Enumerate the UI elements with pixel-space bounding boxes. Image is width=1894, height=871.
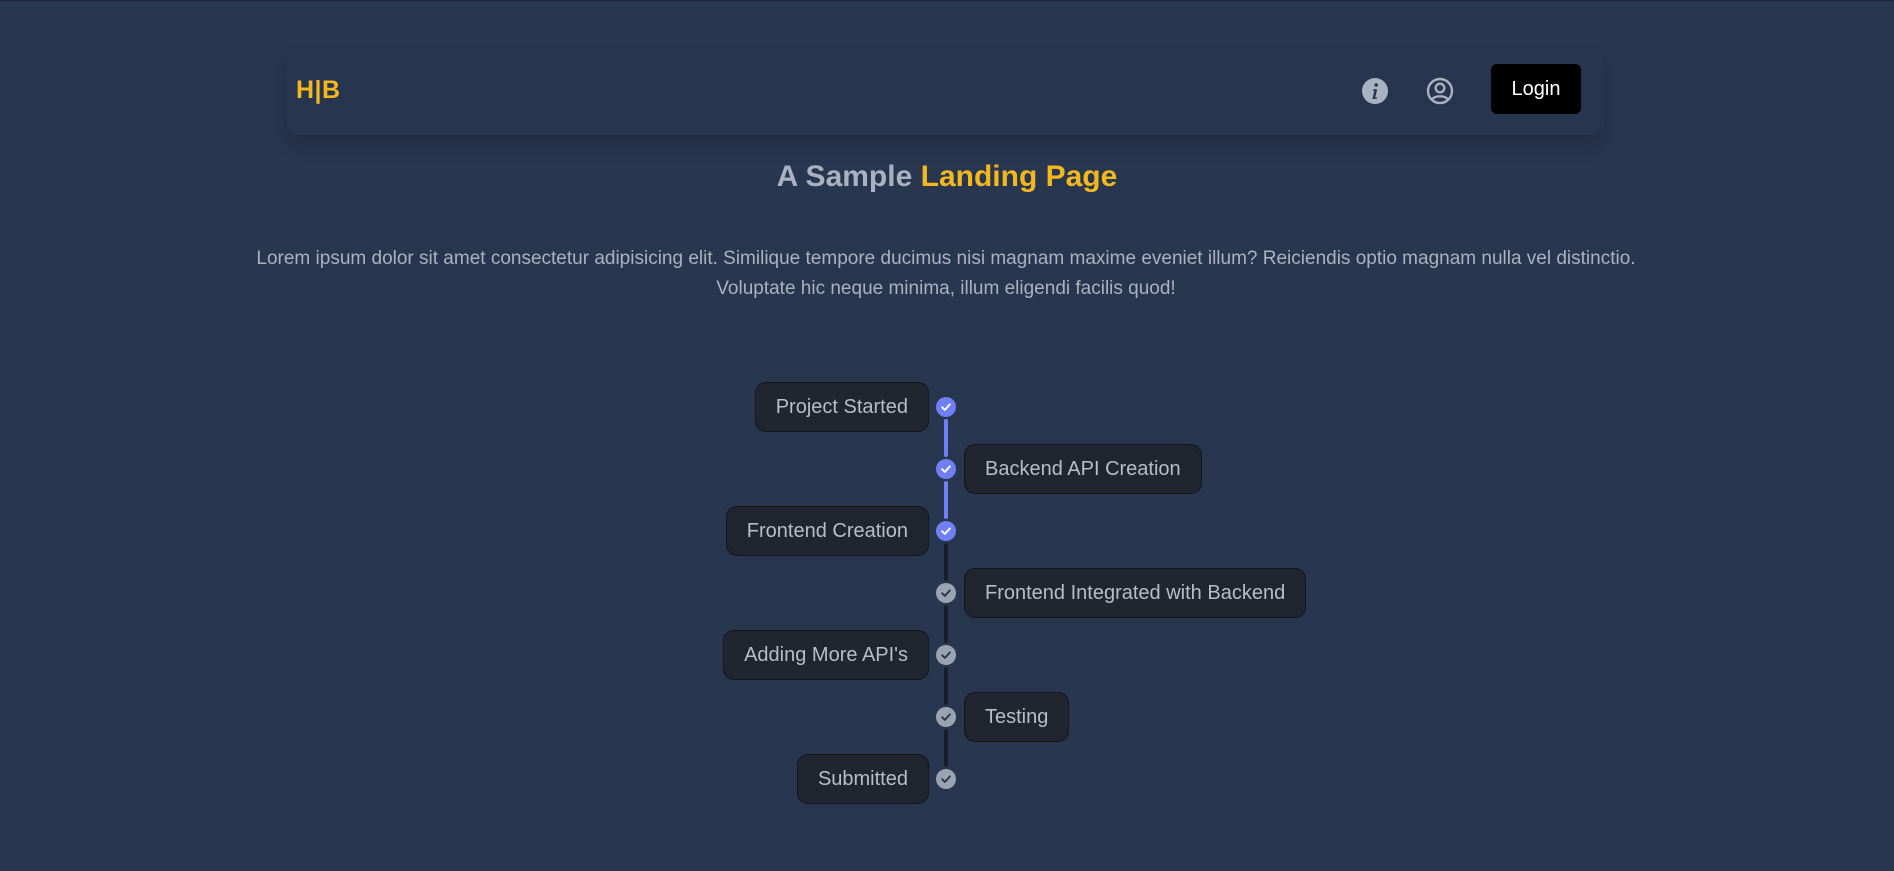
check-icon [941,465,951,473]
timeline-step-label: Adding More API's [723,630,929,680]
title-prefix: A Sample [776,160,913,193]
check-icon [941,651,951,659]
timeline-node [936,769,956,789]
timeline-connector [944,605,948,643]
login-button[interactable]: Login [1491,64,1581,114]
top-border [0,0,1894,1]
timeline-step-label: Submitted [796,754,929,804]
timeline-step-label: Testing [964,692,1070,742]
logo[interactable]: H|B [296,76,341,105]
timeline-connector [944,543,948,581]
timeline-step-label: Backend API Creation [964,444,1202,494]
check-icon [941,527,951,535]
timeline-node [936,583,956,603]
timeline-node [936,645,956,665]
page-title: A Sample Landing Page [0,160,1894,194]
timeline-node [936,459,956,479]
navbar: H|B Login [287,50,1604,135]
user-circle-icon[interactable] [1426,77,1454,105]
timeline-step-label: Frontend Creation [725,506,929,556]
timeline-connector [944,419,948,457]
timeline-node [936,521,956,541]
timeline-step-label: Project Started [754,382,929,432]
info-icon[interactable] [1361,77,1389,105]
timeline-node [936,397,956,417]
check-icon [941,713,951,721]
timeline-step-label: Frontend Integrated with Backend [964,568,1307,618]
timeline-connector [944,729,948,767]
hero-description: Lorem ipsum dolor sit amet consectetur a… [256,248,1636,299]
check-icon [941,403,951,411]
check-icon [941,589,951,597]
title-accent: Landing Page [920,160,1118,193]
timeline-connector [944,481,948,519]
timeline-node [936,707,956,727]
check-icon [941,775,951,783]
timeline-connector [944,667,948,705]
